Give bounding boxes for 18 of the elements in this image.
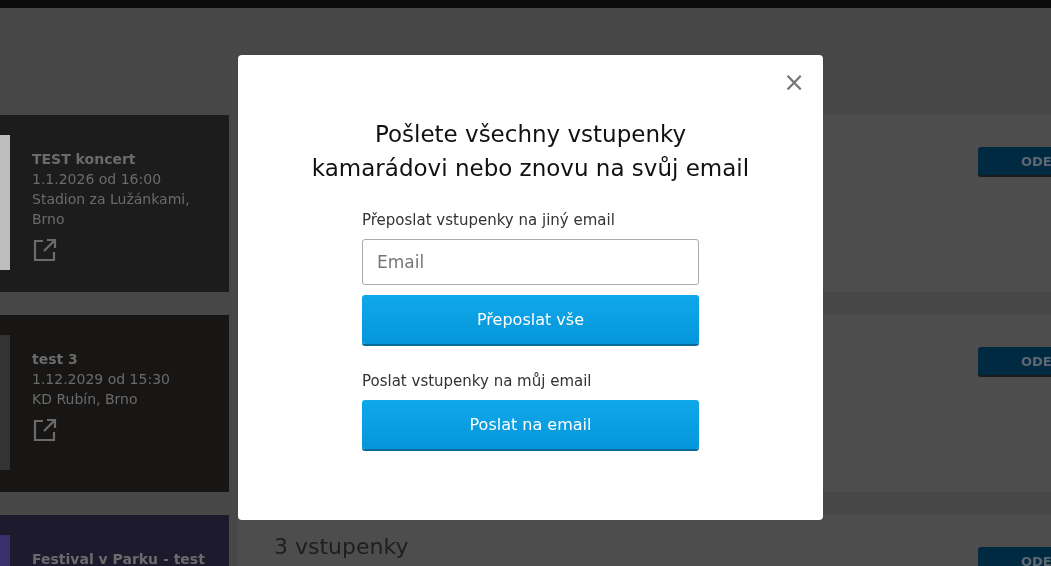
send-email-button[interactable]: Poslat na email	[362, 400, 699, 449]
email-field[interactable]: Email	[362, 239, 699, 285]
action-button[interactable]: ODE	[978, 347, 1051, 375]
external-link-icon[interactable]	[32, 237, 58, 263]
event-detail: KD Rubín, Brno	[32, 390, 139, 409]
forward-all-button[interactable]: Přeposlat vše	[362, 295, 699, 344]
event-detail: Stadion za Lužánkami, Brno	[32, 190, 191, 229]
event-title: TEST koncert	[32, 150, 137, 169]
action-button[interactable]: ODE	[978, 147, 1051, 175]
event-detail: 1.1.2026 od 16:00	[32, 170, 163, 189]
event-title: test 3	[32, 350, 79, 369]
field-label: Přeposlat vstupenky na jiný email	[362, 211, 616, 229]
action-button[interactable]: ODE	[978, 547, 1051, 566]
modal-title: Pošlete všechny vstupenky kamarádovi nebo znovu na svůj email	[310, 120, 751, 183]
event-detail: 1.12.2029 od 15:30	[32, 370, 171, 389]
section-label: Poslat vstupenky na můj email	[362, 372, 593, 390]
event-title: Festival v Parku - test	[32, 550, 206, 566]
external-link-icon[interactable]	[32, 417, 58, 443]
